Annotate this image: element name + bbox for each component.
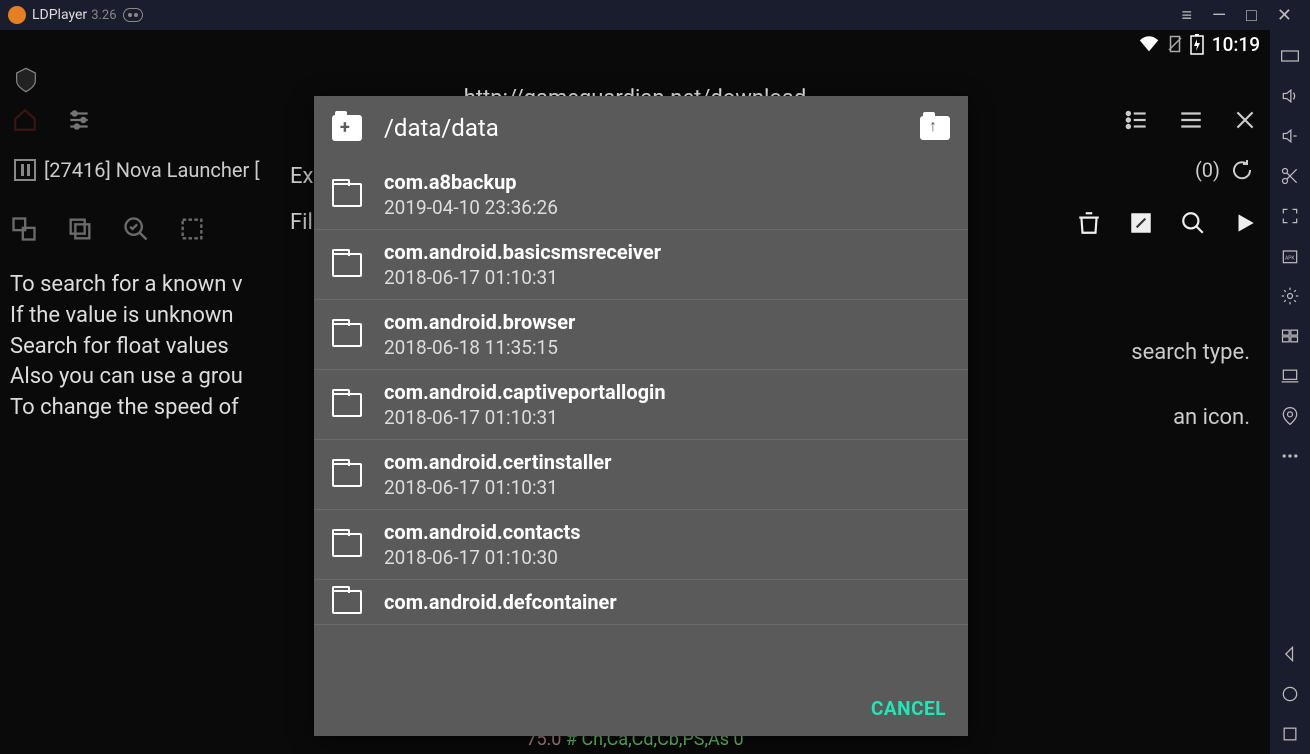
folder-item[interactable]: com.android.captiveportallogin2018-06-17…: [314, 370, 968, 440]
folder-name: com.android.defcontainer: [384, 590, 617, 614]
play-icon[interactable]: [1232, 210, 1258, 236]
ex-label: Ex: [290, 164, 313, 189]
volume-up-icon[interactable]: [1270, 76, 1310, 116]
keyboard-icon[interactable]: [1270, 36, 1310, 76]
process-line: [27416] Nova Launcher [: [14, 158, 260, 182]
folder-icon: [332, 183, 362, 207]
title-bar: LDPlayer 3.26 ≡ — □ ✕: [0, 0, 1310, 30]
folder-item[interactable]: com.a8backup2019-04-10 23:36:26: [314, 160, 968, 230]
folder-icon: [332, 253, 362, 277]
multi-window-icon[interactable]: [1270, 316, 1310, 356]
dialog-footer: CANCEL: [314, 680, 968, 736]
apk-icon[interactable]: APK: [1270, 236, 1310, 276]
close-button[interactable]: ✕: [1267, 5, 1302, 26]
folder-item[interactable]: com.android.basicsmsreceiver2018-06-17 0…: [314, 230, 968, 300]
minimize-button[interactable]: —: [1202, 5, 1236, 26]
home-nav-icon[interactable]: [1270, 674, 1310, 714]
gamepad-icon: [123, 8, 143, 22]
search-icon[interactable]: [1180, 210, 1206, 236]
folder-name: com.android.captiveportallogin: [384, 380, 666, 404]
emulator-sidebar: APK: [1270, 30, 1310, 754]
folder-name: com.android.basicsmsreceiver: [384, 240, 661, 264]
right-tool-icons: [1076, 210, 1258, 236]
list-icon[interactable]: [1124, 107, 1150, 133]
volume-down-icon[interactable]: [1270, 116, 1310, 156]
folder-item[interactable]: com.android.defcontainer: [314, 580, 968, 625]
select-icon[interactable]: [178, 215, 206, 243]
folder-name: com.android.contacts: [384, 520, 581, 544]
pause-icon[interactable]: [14, 159, 36, 181]
folder-name: com.android.browser: [384, 310, 575, 334]
edit-icon[interactable]: [1128, 210, 1154, 236]
wifi-icon: [1138, 33, 1160, 55]
dialog-header: /data/data: [314, 96, 968, 160]
status-time: 10:19: [1212, 33, 1260, 56]
folder-list: com.a8backup2019-04-10 23:36:26com.andro…: [314, 160, 968, 680]
laptop-icon[interactable]: [1270, 356, 1310, 396]
hamburger-icon[interactable]: [1178, 107, 1204, 133]
folder-date: 2019-04-10 23:36:26: [384, 196, 558, 219]
search-check-icon[interactable]: [122, 215, 150, 243]
file-browser-dialog: /data/data com.a8backup2019-04-10 23:36:…: [314, 96, 968, 736]
up-folder-icon[interactable]: [920, 116, 950, 140]
folder-name: com.a8backup: [384, 170, 558, 194]
close-icon[interactable]: [1232, 107, 1258, 133]
recent-icon[interactable]: [1270, 714, 1310, 754]
folder-name: com.android.certinstaller: [384, 450, 611, 474]
stack-icon[interactable]: [66, 215, 94, 243]
svg-text:APK: APK: [1285, 255, 1295, 261]
folder-item[interactable]: com.android.certinstaller2018-06-17 01:1…: [314, 440, 968, 510]
folder-icon: [332, 590, 362, 614]
folder-date: 2018-06-17 01:10:30: [384, 546, 581, 569]
folder-item[interactable]: com.android.browser2018-06-18 11:35:15: [314, 300, 968, 370]
sim-icon: [1166, 33, 1184, 55]
current-path: /data/data: [384, 114, 920, 142]
home-icon: [12, 107, 38, 133]
menu-button[interactable]: ≡: [1171, 5, 1202, 26]
more-icon[interactable]: [1270, 436, 1310, 476]
location-icon[interactable]: [1270, 396, 1310, 436]
help-right-2: an icon.: [1173, 405, 1250, 430]
folder-date: 2018-06-17 01:10:31: [384, 406, 666, 429]
back-icon[interactable]: [1270, 634, 1310, 674]
folder-icon: [332, 463, 362, 487]
folder-date: 2018-06-17 01:10:31: [384, 476, 611, 499]
app-version: 3.26: [91, 8, 116, 23]
maximize-button[interactable]: □: [1236, 5, 1267, 26]
folder-date: 2018-06-17 01:10:31: [384, 266, 661, 289]
folder-date: 2018-06-18 11:35:15: [384, 336, 575, 359]
folder-icon: [332, 323, 362, 347]
help-text: To search for a known v If the value is …: [10, 270, 243, 424]
app-name: LDPlayer: [32, 7, 87, 23]
cancel-button[interactable]: CANCEL: [871, 697, 946, 720]
dice-icon[interactable]: [10, 215, 38, 243]
emulator-screen: 10:19 http://gameguardian.net/download […: [0, 30, 1270, 754]
ldplayer-logo-icon: [8, 6, 26, 24]
folder-icon: [332, 533, 362, 557]
process-label: [27416] Nova Launcher [: [44, 158, 260, 182]
folder-item[interactable]: com.android.contacts2018-06-17 01:10:30: [314, 510, 968, 580]
result-count: (0): [1195, 158, 1254, 182]
scissors-icon[interactable]: [1270, 156, 1310, 196]
sliders-icon[interactable]: [66, 107, 92, 133]
new-folder-icon[interactable]: [332, 115, 362, 141]
battery-icon: [1190, 33, 1204, 55]
trash-icon[interactable]: [1076, 210, 1102, 236]
help-right-1: search type.: [1131, 340, 1250, 365]
folder-icon: [332, 393, 362, 417]
refresh-icon[interactable]: [1230, 158, 1254, 182]
fullscreen-icon[interactable]: [1270, 196, 1310, 236]
gear-icon[interactable]: [1270, 276, 1310, 316]
android-status-bar: 10:19: [0, 30, 1270, 58]
